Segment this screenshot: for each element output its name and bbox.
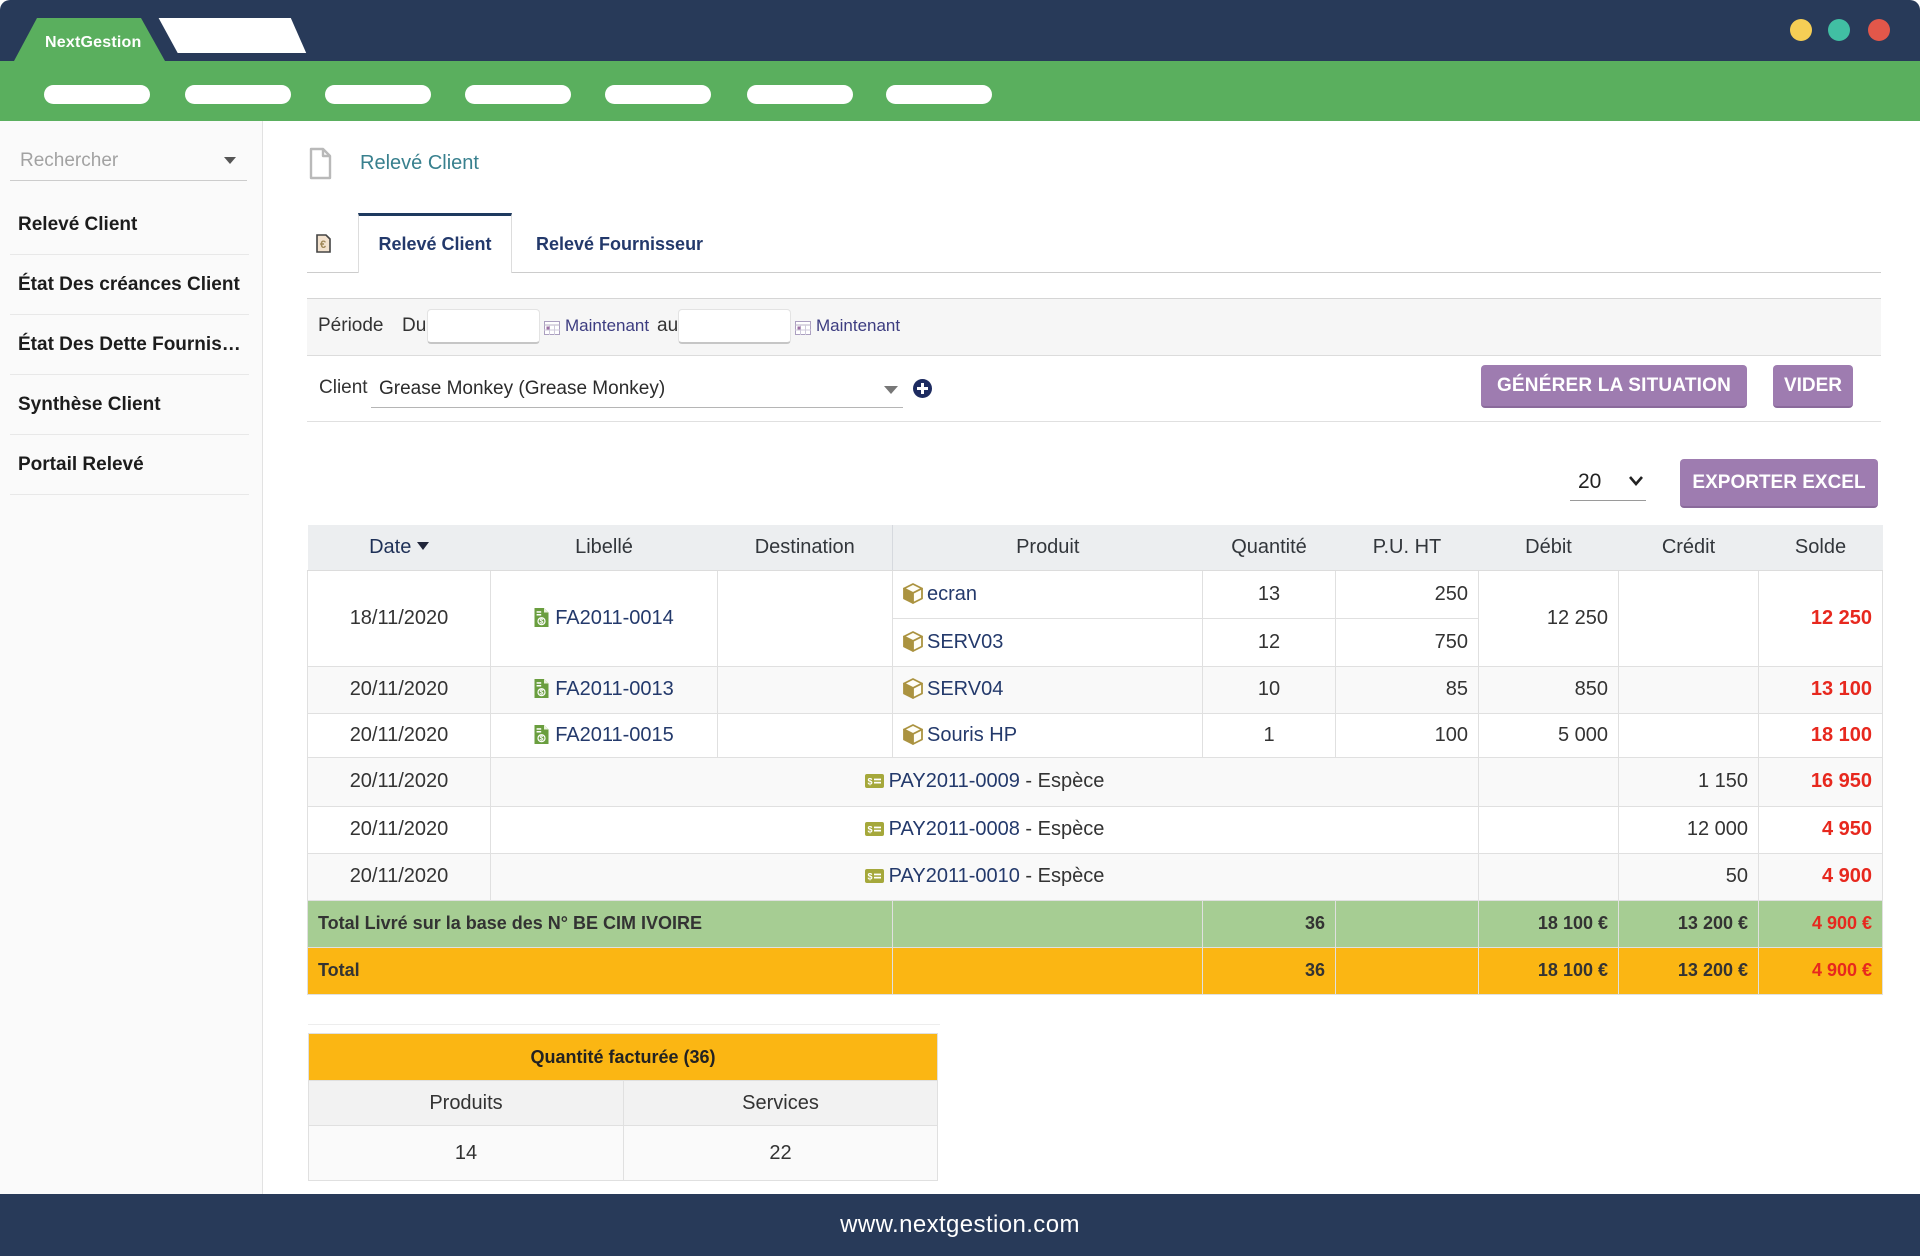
- svg-text:$: $: [867, 825, 872, 835]
- svg-text:$: $: [540, 735, 544, 742]
- svg-text:$: $: [867, 777, 872, 787]
- svg-text:$: $: [540, 690, 544, 697]
- svg-text:€: €: [320, 239, 326, 251]
- svg-text:$: $: [867, 872, 872, 882]
- svg-text:$: $: [540, 618, 544, 625]
